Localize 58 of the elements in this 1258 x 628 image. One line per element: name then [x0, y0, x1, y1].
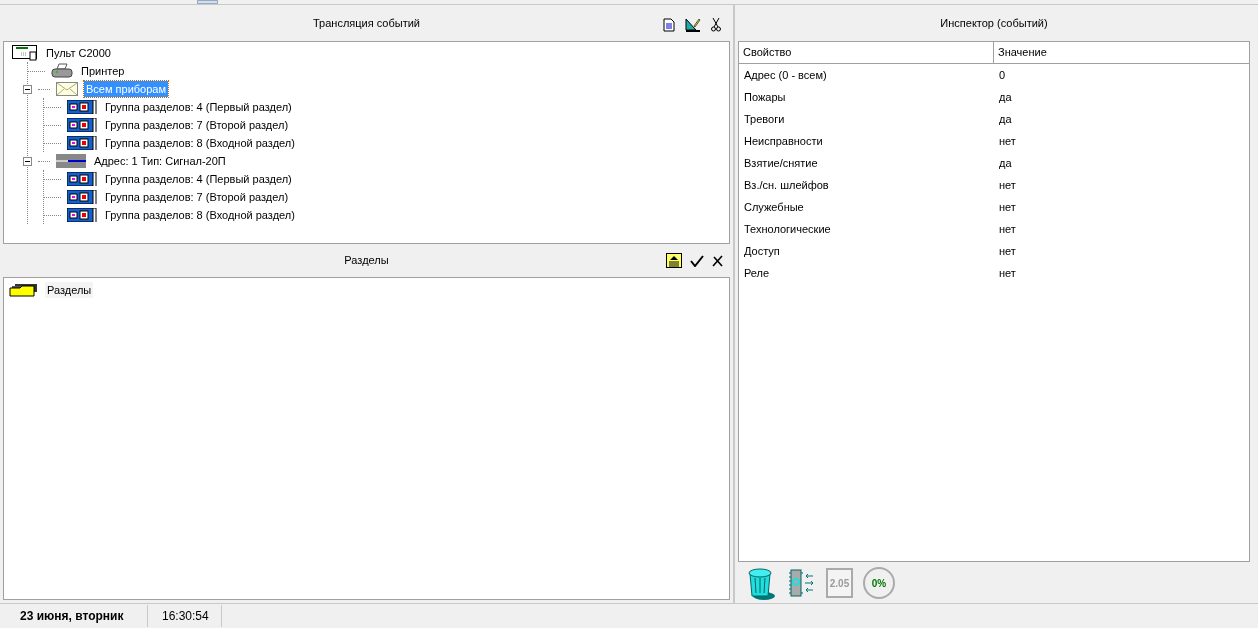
- ruler-pencil-icon[interactable]: [685, 17, 701, 32]
- table-cell-text: Неисправности: [743, 133, 824, 149]
- device-icon: [56, 154, 86, 168]
- close-icon[interactable]: [712, 254, 723, 267]
- control-panel-icon: [12, 45, 38, 61]
- tree-item[interactable]: Пульт С2000: [44, 44, 113, 62]
- table-cell-text: Технологические: [743, 221, 832, 237]
- scissors-icon[interactable]: [711, 17, 721, 32]
- tree-item[interactable]: Адрес: 1 Тип: Сигнал-20П: [92, 152, 228, 170]
- envelope-icon: [56, 82, 78, 96]
- table-cell-text: Вз./сн. шлейфов: [743, 177, 830, 193]
- printer-icon: [51, 63, 73, 79]
- table-cell-text: нет: [998, 177, 1017, 193]
- table-cell-text: Служебные: [743, 199, 805, 215]
- table-cell-text: нет: [998, 243, 1017, 259]
- tree-item[interactable]: Группа разделов: 4 (Первый раздел): [103, 170, 294, 188]
- document-icon[interactable]: [663, 17, 675, 32]
- collapse-toggle[interactable]: [23, 156, 32, 166]
- zone-group-icon: [67, 190, 97, 204]
- table-cell-text: Взятие/снятие: [743, 155, 819, 171]
- zone-group-icon: [67, 172, 97, 186]
- table-cell-text: Тревоги: [743, 111, 786, 127]
- tree-item[interactable]: Группа разделов: 8 (Входной раздел): [103, 206, 297, 224]
- table-cell-text: нет: [998, 199, 1017, 215]
- table-cell-text: Доступ: [743, 243, 781, 259]
- trash-bin-icon[interactable]: [746, 566, 776, 600]
- move-up-icon[interactable]: [666, 253, 682, 268]
- tree-item[interactable]: Разделы: [45, 281, 94, 299]
- time-label: 16:30:54: [148, 605, 222, 627]
- panel-title: Разделы: [344, 253, 389, 269]
- panel-title: Инспектор (событий): [940, 15, 1048, 31]
- tree-item[interactable]: Группа разделов: 4 (Первый раздел): [103, 98, 294, 116]
- zone-group-icon: [67, 136, 97, 150]
- table-cell-text: нет: [998, 265, 1017, 281]
- table-cell-text: да: [998, 111, 1013, 127]
- tree-item[interactable]: Группа разделов: 8 (Входной раздел): [103, 134, 297, 152]
- date-label: 23 июня, вторник: [0, 605, 148, 627]
- table-cell-text: Пожары: [743, 89, 787, 105]
- chip-arrows-icon[interactable]: [786, 568, 816, 598]
- zone-group-icon: [67, 100, 97, 114]
- zone-group-icon: [67, 208, 97, 222]
- table-cell-text: Реле: [743, 265, 771, 281]
- tree-item[interactable]: Группа разделов: 7 (Второй раздел): [103, 116, 291, 134]
- progress-indicator: 0%: [863, 567, 895, 599]
- tree-item[interactable]: Принтер: [79, 62, 127, 80]
- panel-title: Трансляция событий: [313, 15, 420, 31]
- table-cell-text: нет: [998, 133, 1017, 149]
- table-cell-text: Адрес (0 - всем): [743, 67, 828, 83]
- table-cell-text: да: [998, 155, 1013, 171]
- table-cell-text: да: [998, 89, 1013, 105]
- folder-stack-icon: [9, 283, 39, 297]
- checkmark-icon[interactable]: [690, 254, 704, 267]
- table-cell-text: 0: [998, 67, 1007, 83]
- version-label: 2.05: [826, 568, 853, 598]
- tree-item[interactable]: Группа разделов: 7 (Второй раздел): [103, 188, 291, 206]
- table-cell-text: нет: [998, 221, 1017, 237]
- collapse-toggle[interactable]: [23, 84, 32, 94]
- zone-group-icon: [67, 118, 97, 132]
